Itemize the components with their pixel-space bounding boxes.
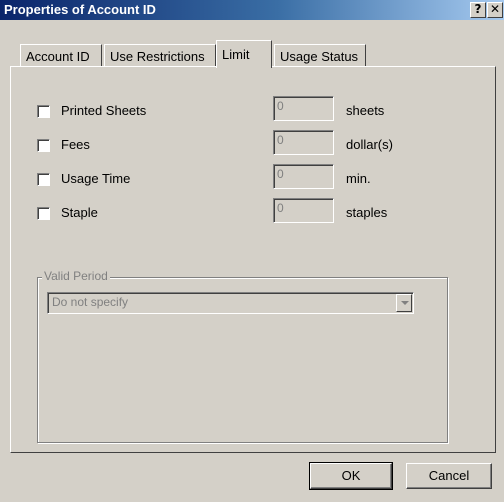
tab-use-restrictions[interactable]: Use Restrictions [104,44,216,67]
properties-dialog: Properties of Account ID ? ✕ Account ID … [0,0,504,502]
printed-sheets-unit: sheets [346,103,385,118]
limit-tab-panel: Printed Sheets 0 sheets Fees 0 dollar(s)… [10,66,496,453]
valid-period-dropdown[interactable]: Do not specify [47,292,414,314]
staple-input[interactable]: 0 [273,198,334,223]
usage-time-unit: min. [346,171,371,186]
help-button[interactable]: ? [470,2,486,18]
title-bar[interactable]: Properties of Account ID ? ✕ [0,0,504,20]
staple-unit: staples [346,205,388,220]
limit-row-fees: Fees 0 dollar(s) [37,130,477,159]
staple-label[interactable]: Staple [61,205,98,221]
printed-sheets-label[interactable]: Printed Sheets [61,103,146,119]
tab-account-id[interactable]: Account ID [20,44,102,67]
valid-period-legend: Valid Period [42,269,110,284]
chevron-down-icon[interactable] [396,294,412,312]
fees-checkbox[interactable] [37,139,50,152]
valid-period-group: Valid Period Do not specify [37,269,448,443]
usage-time-checkbox[interactable] [37,173,50,186]
usage-time-input[interactable]: 0 [273,164,334,189]
usage-time-label[interactable]: Usage Time [61,171,130,187]
limit-row-usage-time: Usage Time 0 min. [37,164,477,193]
tab-usage-status[interactable]: Usage Status [274,44,366,67]
staple-checkbox[interactable] [37,207,50,220]
ok-button[interactable]: OK [309,462,393,490]
cancel-button[interactable]: Cancel [406,463,492,489]
dialog-title: Properties of Account ID [4,2,156,17]
fees-unit: dollar(s) [346,137,393,152]
valid-period-value: Do not specify [52,295,129,309]
fees-label[interactable]: Fees [61,137,90,153]
tab-limit[interactable]: Limit [216,40,272,68]
limit-row-printed-sheets: Printed Sheets 0 sheets [37,96,477,125]
printed-sheets-input[interactable]: 0 [273,96,334,121]
printed-sheets-checkbox[interactable] [37,105,50,118]
fees-input[interactable]: 0 [273,130,334,155]
close-button[interactable]: ✕ [487,2,503,18]
limit-row-staple: Staple 0 staples [37,198,477,227]
